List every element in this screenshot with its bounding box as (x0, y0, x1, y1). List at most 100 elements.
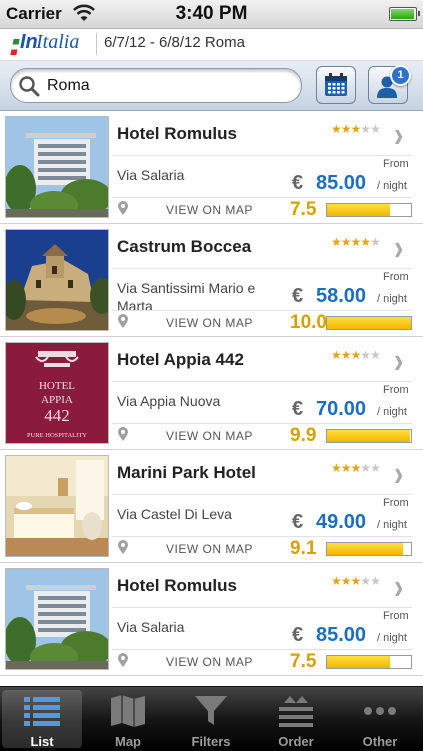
tab-order[interactable]: Order (256, 690, 336, 749)
hotel-name[interactable]: Castrum Boccea (117, 237, 251, 257)
map-icon (111, 695, 145, 727)
star-filled-icon: ★ (340, 235, 352, 249)
hotel-price: 85.00 (316, 172, 367, 194)
tab-other[interactable]: Other (340, 690, 420, 749)
app-header: In Italia 6/7/12 - 6/8/12 Roma (0, 29, 423, 61)
hotel-name[interactable]: Hotel Romulus (117, 124, 237, 144)
hotel-row[interactable]: Castrum Boccea ★★★★★ › Via Santissimi Ma… (0, 224, 423, 337)
map-pin-icon[interactable] (117, 427, 129, 441)
review-score: 9.9 (290, 425, 317, 446)
map-pin-icon[interactable] (117, 314, 129, 328)
calendar-button[interactable] (316, 66, 356, 104)
tab-label: List (30, 734, 54, 749)
hotel-photo (5, 568, 109, 670)
filter-icon (195, 696, 227, 725)
list-icon (24, 697, 60, 726)
guest-count-badge: 1 (390, 65, 411, 86)
hotel-address: Via Salaria (117, 167, 185, 183)
tab-label: Map (115, 734, 141, 749)
tab-label: Filters (191, 734, 231, 749)
star-filled-icon: ★ (331, 122, 342, 136)
chevron-right-icon[interactable]: › (394, 566, 403, 608)
star-filled-icon: ★ (350, 348, 362, 362)
review-score: 10.0 (290, 312, 327, 333)
more-icon (364, 707, 396, 715)
star-empty-icon: ★ (360, 348, 371, 362)
search-box[interactable] (10, 68, 302, 103)
calendar-icon (325, 73, 347, 96)
star-filled-icon: ★ (331, 348, 342, 362)
thumb-text: APPIA (41, 394, 73, 406)
hotel-price: 85.00 (316, 624, 367, 646)
status-bar: Carrier 3:40 PM (0, 0, 423, 29)
star-filled-icon: ★ (340, 122, 352, 136)
hotel-name[interactable]: Marini Park Hotel (117, 463, 256, 483)
star-filled-icon: ★ (350, 235, 362, 249)
tab-label: Other (362, 734, 398, 749)
star-rating: ★★★★★ (331, 574, 381, 588)
star-filled-icon: ★ (350, 461, 362, 475)
chevron-right-icon[interactable]: › (394, 340, 403, 382)
thumb-text: PURE HOSPITALITY (27, 432, 87, 439)
per-night-label: / night (377, 519, 407, 531)
view-on-map-link[interactable]: VIEW ON MAP (166, 316, 253, 330)
map-pin-icon[interactable] (117, 653, 129, 667)
hotel-photo (5, 229, 109, 331)
guests-button[interactable]: 1 (368, 65, 411, 104)
star-empty-icon: ★ (360, 461, 371, 475)
star-filled-icon: ★ (331, 574, 342, 588)
chevron-right-icon[interactable]: › (394, 453, 403, 495)
tab-map[interactable]: Map (88, 690, 168, 749)
star-empty-icon: ★ (370, 574, 381, 588)
view-on-map-link[interactable]: VIEW ON MAP (166, 203, 253, 217)
hotel-row[interactable]: Hotel Romulus ★★★★★ › Via Salaria From €… (0, 111, 423, 224)
currency-symbol: € (292, 398, 304, 420)
chevron-right-icon[interactable]: › (394, 114, 403, 156)
hotel-address: Via Appia Nuova (117, 393, 221, 409)
hotel-price: 70.00 (316, 398, 367, 420)
hotel-row[interactable]: Marini Park Hotel ★★★★★ › Via Castel Di … (0, 450, 423, 563)
tab-label: Order (278, 734, 314, 749)
review-score: 7.5 (290, 199, 317, 220)
battery-icon (389, 7, 420, 21)
per-night-label: / night (377, 632, 407, 644)
search-input[interactable] (45, 74, 289, 98)
search-bar: 1 (0, 61, 423, 111)
chevron-right-icon[interactable]: › (394, 227, 403, 269)
view-on-map-link[interactable]: VIEW ON MAP (166, 429, 253, 443)
star-rating: ★★★★★ (331, 348, 381, 362)
thumb-text: HOTEL (39, 380, 75, 392)
search-icon (19, 76, 40, 97)
star-filled-icon: ★ (340, 348, 352, 362)
currency-symbol: € (292, 172, 304, 194)
hotel-row[interactable]: HOTEL APPIA 442 PURE HOSPITALITY Hotel A… (0, 337, 423, 450)
currency-symbol: € (292, 511, 304, 533)
tab-list[interactable]: List (2, 690, 82, 749)
hotel-name[interactable]: Hotel Romulus (117, 576, 237, 596)
clock: 3:40 PM (175, 3, 248, 24)
score-bar (326, 316, 412, 330)
map-pin-icon[interactable] (117, 201, 129, 215)
tab-filters[interactable]: Filters (171, 690, 251, 749)
score-bar (326, 203, 412, 217)
review-score: 9.1 (290, 538, 317, 559)
tab-bar: List Map Filters Order Other (0, 686, 423, 751)
star-rating: ★★★★★ (331, 122, 381, 136)
price-from-label: From (383, 158, 409, 170)
per-night-label: / night (377, 406, 407, 418)
sort-icon (279, 696, 313, 727)
trip-summary[interactable]: 6/7/12 - 6/8/12 Roma (104, 34, 245, 51)
hotel-photo (5, 455, 109, 557)
score-bar (326, 655, 412, 669)
hotel-list[interactable]: Hotel Romulus ★★★★★ › Via Salaria From €… (0, 111, 423, 685)
star-rating: ★★★★★ (331, 235, 381, 249)
review-score: 7.5 (290, 651, 317, 672)
map-pin-icon[interactable] (117, 540, 129, 554)
star-filled-icon: ★ (360, 235, 371, 249)
star-empty-icon: ★ (360, 122, 371, 136)
view-on-map-link[interactable]: VIEW ON MAP (166, 655, 253, 669)
hotel-row[interactable]: Hotel Romulus ★★★★★ › Via Salaria From €… (0, 563, 423, 676)
view-on-map-link[interactable]: VIEW ON MAP (166, 542, 253, 556)
hotel-address: Via Salaria (117, 619, 185, 635)
hotel-name[interactable]: Hotel Appia 442 (117, 350, 244, 370)
